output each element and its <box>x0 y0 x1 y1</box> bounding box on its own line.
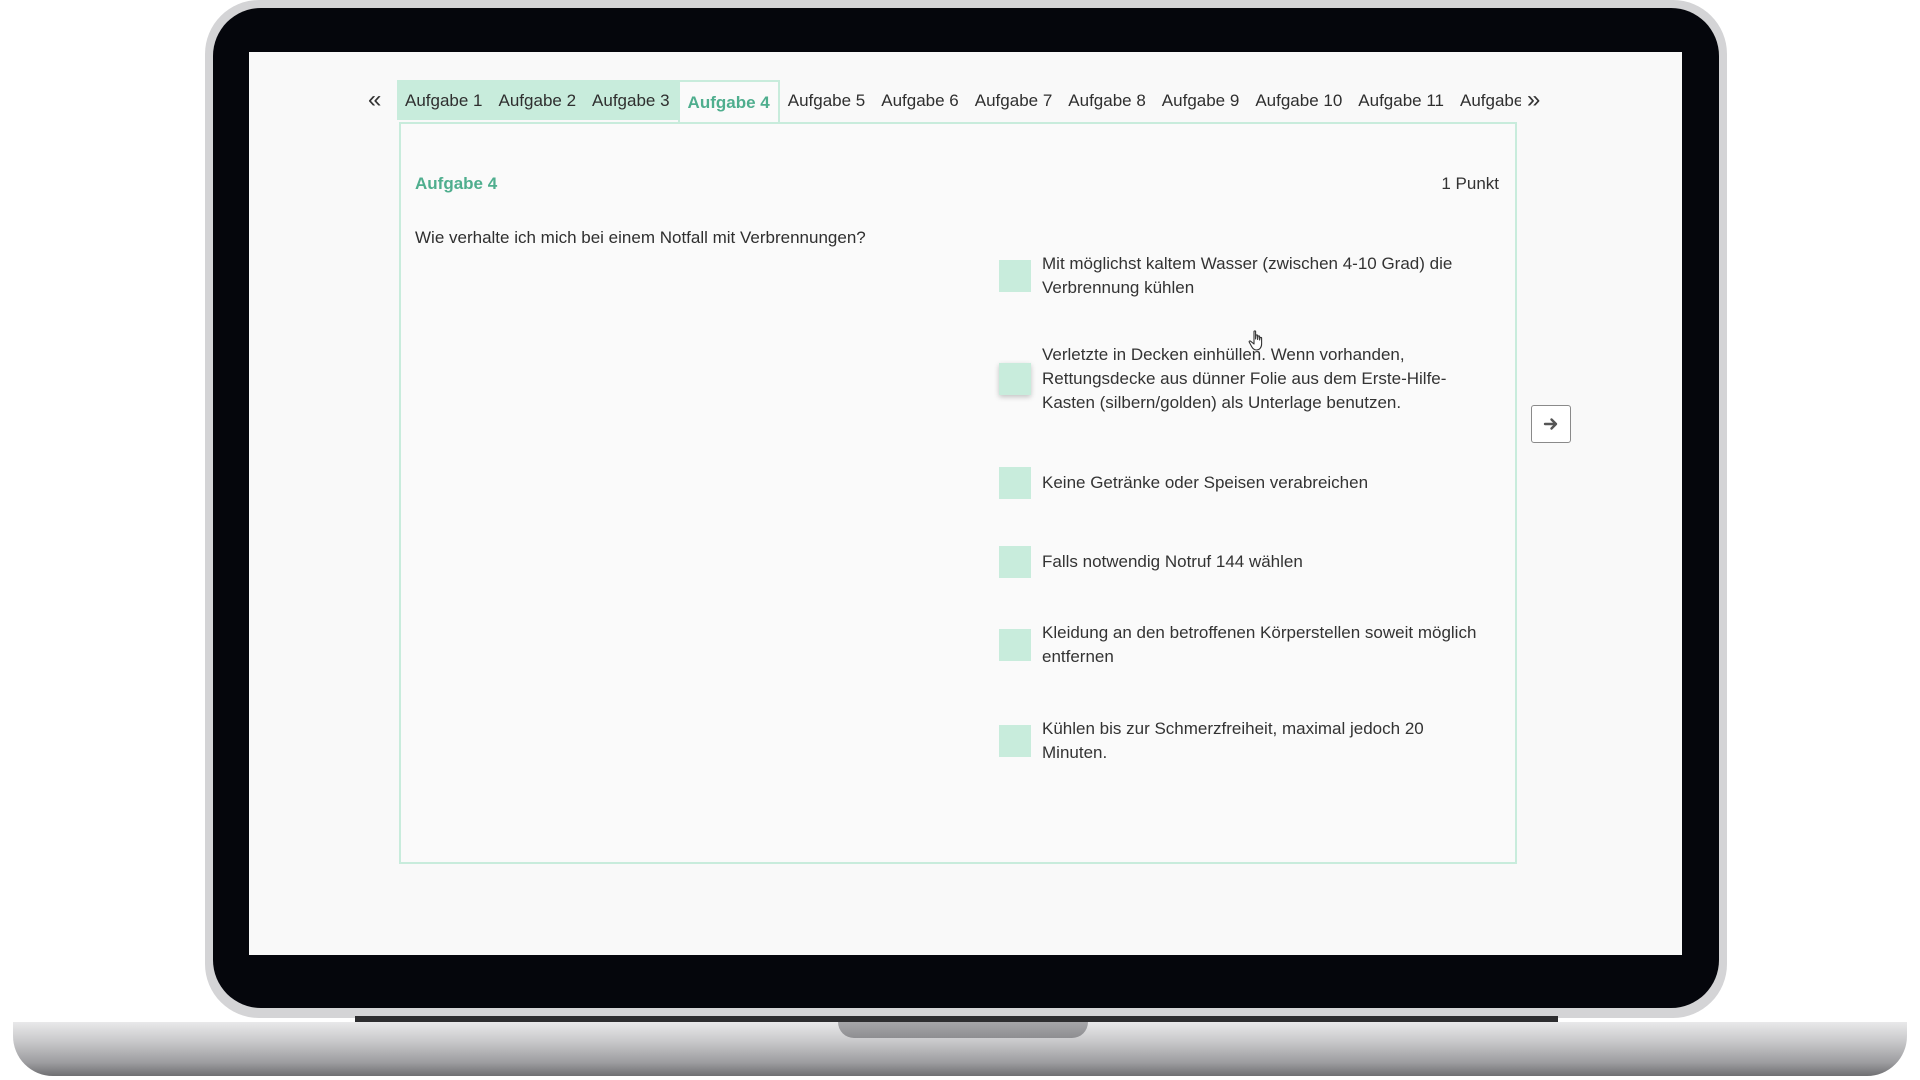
task-points: 1 Punkt <box>1441 174 1499 193</box>
task-title: Aufgabe 4 <box>415 174 498 193</box>
arrow-right-icon <box>1543 418 1558 430</box>
double-chevron-right-icon[interactable]: » <box>1527 80 1540 120</box>
answer-option[interactable]: Keine Getränke oder Speisen verabreichen <box>999 467 1479 499</box>
screen: « Aufgabe 1 Aufgabe 2 Aufgabe 3 Aufgabe 4 Au… <box>249 52 1682 955</box>
hand-cursor-icon <box>1248 330 1263 351</box>
task-question: Wie verhalte ich mich bei einem Notfall … <box>415 228 866 247</box>
answer-checkbox[interactable] <box>999 629 1031 661</box>
tab-aufgabe-2[interactable]: Aufgabe 2 <box>490 80 585 120</box>
tab-aufgabe-9[interactable]: Aufgabe 9 <box>1154 80 1248 120</box>
answer-checkbox[interactable] <box>999 725 1031 757</box>
answer-checkbox[interactable] <box>999 467 1031 499</box>
task-tabs: Aufgabe 1 Aufgabe 2 Aufgabe 3 Aufgabe 4 Aufg… <box>397 80 1521 124</box>
answer-option[interactable]: Kleidung an den betroffenen Körperstelle… <box>999 621 1479 669</box>
tab-aufgabe-5[interactable]: Aufgabe 5 <box>780 80 874 120</box>
tab-aufgabe-8[interactable]: Aufgabe 8 <box>1060 80 1154 120</box>
answer-label: Mit möglichst kaltem Wasser (zwischen 4-… <box>1042 254 1453 297</box>
answer-checkbox[interactable] <box>999 363 1031 395</box>
answer-label: Verletzte in Decken einhüllen. Wenn vorh… <box>1042 345 1447 412</box>
tab-aufgabe-10[interactable]: Aufgabe 10 <box>1247 80 1350 120</box>
answer-label: Keine Getränke oder Speisen verabreichen <box>1042 473 1369 492</box>
answer-option[interactable]: Kühlen bis zur Schmerzfreiheit, maximal … <box>999 717 1479 765</box>
task-card: Aufgabe 4 1 Punkt Wie verhalte ich mich … <box>399 122 1517 864</box>
answer-label: Kühlen bis zur Schmerzfreiheit, maximal … <box>1042 719 1424 762</box>
answer-label: Kleidung an den betroffenen Körperstelle… <box>1042 623 1477 666</box>
tab-aufgabe-7[interactable]: Aufgabe 7 <box>967 80 1061 120</box>
tab-aufgabe-1[interactable]: Aufgabe 1 <box>397 80 491 120</box>
tab-aufgabe-6[interactable]: Aufgabe 6 <box>873 80 967 120</box>
tab-aufgabe-12[interactable]: Aufgabe 12 <box>1452 80 1521 120</box>
tab-aufgabe-11[interactable]: Aufgabe 11 <box>1350 80 1452 120</box>
answer-checkbox[interactable] <box>999 546 1031 578</box>
double-chevron-left-icon[interactable]: « <box>368 80 381 120</box>
tab-aufgabe-3[interactable]: Aufgabe 3 <box>584 80 678 120</box>
answer-option[interactable]: Mit möglichst kaltem Wasser (zwischen 4-… <box>999 252 1479 300</box>
laptop-notch <box>838 1022 1088 1038</box>
answer-option[interactable]: Verletzte in Decken einhüllen. Wenn vorh… <box>999 343 1479 415</box>
answer-option[interactable]: Falls notwendig Notruf 144 wählen <box>999 546 1479 578</box>
tab-aufgabe-4[interactable]: Aufgabe 4 <box>677 80 780 124</box>
task-tab-navigation: « Aufgabe 1 Aufgabe 2 Aufgabe 3 Aufgabe 4 Au… <box>363 80 1563 124</box>
answer-label: Falls notwendig Notruf 144 wählen <box>1042 552 1303 571</box>
next-task-button[interactable] <box>1531 405 1571 443</box>
answer-checkbox[interactable] <box>999 260 1031 292</box>
